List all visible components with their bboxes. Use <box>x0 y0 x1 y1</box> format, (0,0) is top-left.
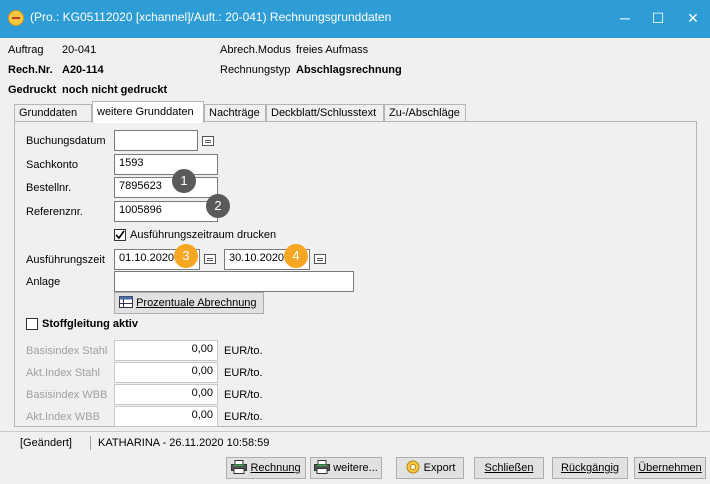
akt-index-wbb-unit: EUR/to. <box>224 411 263 423</box>
basisindex-stahl-unit: EUR/to. <box>224 345 263 357</box>
callout-badge-1: 1 <box>172 169 196 193</box>
schliessen-button[interactable]: Schließen <box>474 457 544 479</box>
sachkonto-input[interactable]: 1593 <box>114 154 218 175</box>
stoffgleitung-label: Stoffgleitung aktiv <box>42 318 138 330</box>
rechnr-label: Rech.Nr. <box>8 64 53 76</box>
checkmark-icon <box>115 230 125 240</box>
callout-badge-4: 4 <box>284 244 308 268</box>
weitere-button[interactable]: weitere... <box>310 457 382 479</box>
ausfuehrungszeitraum-checkbox[interactable] <box>114 229 126 241</box>
export-button[interactable]: Export <box>396 457 464 479</box>
rechnung-label: Rechnung <box>250 462 301 474</box>
basisindex-stahl-label: Basisindex Stahl <box>26 345 108 357</box>
status-state: [Geändert] <box>20 437 72 449</box>
basisindex-wbb-label: Basisindex WBB <box>26 389 108 401</box>
bestellnr-input[interactable]: 7895623 <box>114 177 218 198</box>
uebernehmen-label: Übernehmen <box>638 462 702 474</box>
anlage-input[interactable] <box>114 271 354 292</box>
close-button[interactable]: ✕ <box>680 6 706 30</box>
ausfuehrungszeit-label: Ausführungszeit <box>26 254 105 266</box>
rechnr-value: A20-114 <box>62 64 104 76</box>
gedruckt-value: noch nicht gedruckt <box>62 84 168 96</box>
gedruckt-label: Gedruckt <box>8 84 57 96</box>
ausfuehrungszeitraum-label: Ausführungszeitraum drucken <box>130 229 277 241</box>
akt-index-stahl-unit: EUR/to. <box>224 367 263 379</box>
stoffgleitung-checkbox[interactable] <box>26 318 38 330</box>
minimize-button[interactable]: ─ <box>612 6 638 30</box>
printer-icon <box>314 460 331 474</box>
table-icon <box>119 296 133 308</box>
uebernehmen-button[interactable]: Übernehmen <box>634 457 706 479</box>
bestellnr-label: Bestellnr. <box>26 182 72 194</box>
tab-weitere-grunddaten[interactable]: weitere Grunddaten <box>92 101 204 123</box>
auftrag-value: 20-041 <box>62 44 97 56</box>
rechnung-button[interactable]: Rechnung <box>226 457 306 479</box>
export-icon <box>406 460 420 474</box>
title-bar: (Pro.: KG05112020 [xchannel]/Auft.: 20-0… <box>0 0 710 38</box>
status-separator <box>90 436 91 450</box>
schliessen-label: Schließen <box>484 462 534 474</box>
prozentuale-abrechnung-button[interactable]: Prozentuale Abrechnung <box>114 292 264 314</box>
referenznr-label: Referenznr. <box>26 206 83 218</box>
abrech-modus-label: Abrech.Modus <box>220 44 291 56</box>
basisindex-wbb-input[interactable]: 0,00 <box>114 384 218 405</box>
rueckgaengig-button[interactable]: Rückgängig <box>552 457 628 479</box>
buchungsdatum-label: Buchungsdatum <box>26 135 106 147</box>
sachkonto-label: Sachkonto <box>26 159 78 171</box>
akt-index-wbb-input[interactable]: 0,00 <box>114 406 218 427</box>
tab-deckblatt-schlusstext[interactable]: Deckblatt/Schlusstext <box>266 104 384 122</box>
export-label: Export <box>423 462 456 474</box>
calendar-to-icon[interactable] <box>314 254 326 264</box>
buchungsdatum-input[interactable] <box>114 130 198 151</box>
callout-badge-2: 2 <box>206 194 230 218</box>
akt-index-stahl-input[interactable]: 0,00 <box>114 362 218 383</box>
tab-grunddaten[interactable]: Grunddaten <box>14 104 92 122</box>
tab-nachtraege[interactable]: Nachträge <box>204 104 266 122</box>
calendar-from-icon[interactable] <box>204 254 216 264</box>
tab-zu-abschlaege[interactable]: Zu-/Abschläge <box>384 104 466 122</box>
basisindex-wbb-unit: EUR/to. <box>224 389 263 401</box>
anlage-label: Anlage <box>26 276 61 288</box>
status-info: KATHARINA - 26.11.2020 10:58:59 <box>98 437 270 449</box>
app-icon <box>8 10 24 26</box>
rechnungstyp-value: Abschlagsrechnung <box>296 64 402 76</box>
printer-icon <box>231 460 248 474</box>
rechnungstyp-label: Rechnungstyp <box>220 64 291 76</box>
referenznr-input[interactable]: 1005896 <box>114 201 218 222</box>
abrech-modus-value: freies Aufmass <box>296 44 369 56</box>
basisindex-stahl-input[interactable]: 0,00 <box>114 340 218 361</box>
rueckgaengig-label: Rückgängig <box>560 462 620 474</box>
calendar-icon[interactable] <box>202 136 214 146</box>
weitere-label: weitere... <box>333 462 378 474</box>
window-title: (Pro.: KG05112020 [xchannel]/Auft.: 20-0… <box>30 10 392 24</box>
prozentuale-abrechnung-label: Prozentuale Abrechnung <box>136 297 257 309</box>
akt-index-wbb-label: Akt.Index WBB <box>26 411 100 423</box>
auftrag-label: Auftrag <box>8 44 44 56</box>
callout-badge-3: 3 <box>174 244 198 268</box>
maximize-button[interactable]: ☐ <box>645 6 671 30</box>
akt-index-stahl-label: Akt.Index Stahl <box>26 367 100 379</box>
